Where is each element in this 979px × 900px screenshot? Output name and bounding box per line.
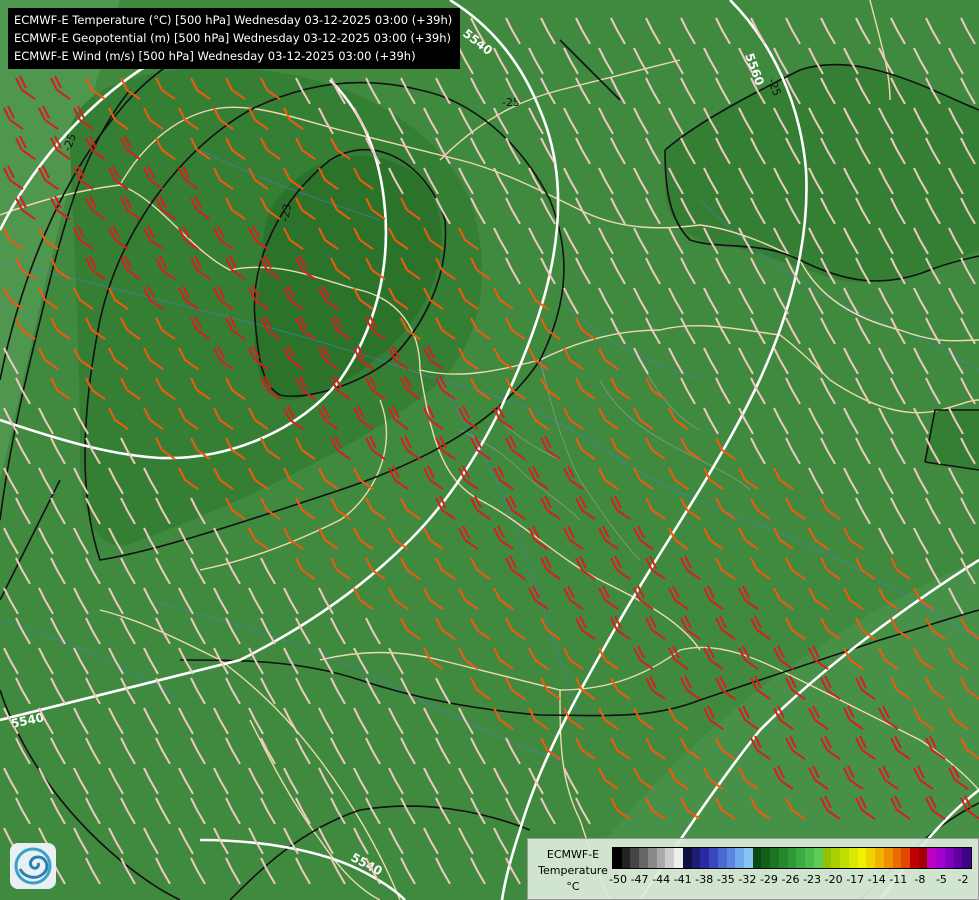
legend-unit: °C [566, 880, 580, 893]
legend-color-swatch [665, 848, 675, 868]
legend-color-swatch [744, 848, 753, 868]
legend-color-swatch [883, 848, 893, 868]
legend-tick-label: -8 [914, 873, 926, 886]
legend-color-swatch [717, 848, 727, 868]
legend-tick-label: -47 [630, 873, 649, 886]
legend-tick-label: -26 [781, 873, 800, 886]
legend-label: ECMWF-E Temperature °C [534, 847, 612, 895]
legend-color-swatch [831, 848, 841, 868]
legend-color-swatch [953, 848, 963, 868]
legend-color-swatch [691, 848, 701, 868]
legend-tick-label: -14 [867, 873, 886, 886]
legend-tick-label: -32 [738, 873, 757, 886]
legend-color-swatch [927, 848, 937, 868]
legend-color-swatch [656, 848, 666, 868]
title-temperature: ECMWF-E Temperature (°C) [500 hPa] Wedne… [14, 13, 453, 27]
legend-tick-label: -11 [889, 873, 908, 886]
legend-color-bar [612, 847, 972, 869]
legend-color-swatch [875, 848, 884, 868]
legend-color-swatch [901, 848, 910, 868]
legend-tick-label: -50 [609, 873, 627, 886]
legend-color-swatch [909, 848, 919, 868]
ecmwf-swirl-logo-icon [10, 843, 56, 889]
legend-color-swatch [857, 848, 867, 868]
legend-color-swatch [752, 848, 762, 868]
weather-map: 5540 5560 5540 5540 -25 -23 -25 -25 [0, 0, 979, 900]
legend-color-swatch [936, 848, 945, 868]
legend-color-swatch [630, 848, 640, 868]
legend-color-swatch [761, 848, 771, 868]
legend-color-swatch [796, 848, 806, 868]
legend-color-swatch [944, 848, 954, 868]
temperature-legend: ECMWF-E Temperature °C -50 -47 -44 -41 -38 -3… [527, 838, 979, 900]
legend-color-swatch [918, 848, 928, 868]
legend-color-swatch [621, 848, 631, 868]
legend-color-swatch [787, 848, 797, 868]
legend-color-swatch [822, 848, 832, 868]
legend-variable: Temperature [538, 864, 608, 877]
legend-color-swatch [700, 848, 710, 868]
legend-color-swatch [709, 848, 718, 868]
legend-color-swatch [778, 848, 788, 868]
legend-color-swatch [613, 848, 622, 868]
legend-ticks: -50 -47 -44 -41 -38 -35 -32 -29 -26 -23 -20 -17 -14-… [609, 873, 979, 889]
legend-tick-label: -23 [803, 873, 822, 886]
map-title-box: ECMWF-E Temperature (°C) [500 hPa] Wedne… [8, 8, 461, 69]
legend-color-swatch [866, 848, 876, 868]
legend-color-swatch [639, 848, 648, 868]
legend-tick-label: -29 [759, 873, 778, 886]
legend-color-swatch [647, 848, 657, 868]
legend-color-swatch [813, 848, 823, 868]
legend-tick-label: -2 [957, 873, 969, 886]
legend-tick-label: -17 [846, 873, 865, 886]
legend-color-swatch [674, 848, 683, 868]
legend-tick-label: -38 [695, 873, 714, 886]
title-geopotential: ECMWF-E Geopotential (m) [500 hPa] Wedne… [14, 31, 451, 45]
legend-tick-label: -5 [935, 873, 947, 886]
legend-color-swatch [726, 848, 736, 868]
legend-tick-label: -41 [673, 873, 692, 886]
title-wind: ECMWF-E Wind (m/s) [500 hPa] Wednesday 0… [14, 49, 416, 63]
legend-color-swatch [840, 848, 849, 868]
legend-color-swatch [735, 848, 745, 868]
legend-tick-label: -35 [716, 873, 735, 886]
legend-tick-label: -44 [652, 873, 671, 886]
legend-color-swatch [770, 848, 779, 868]
legend-model: ECMWF-E [546, 848, 600, 861]
legend-color-swatch [682, 848, 692, 868]
legend-tick-label: -20 [824, 873, 843, 886]
legend-color-swatch [805, 848, 814, 868]
legend-color-swatch [962, 848, 972, 868]
legend-color-swatch [892, 848, 902, 868]
legend-color-swatch [848, 848, 858, 868]
